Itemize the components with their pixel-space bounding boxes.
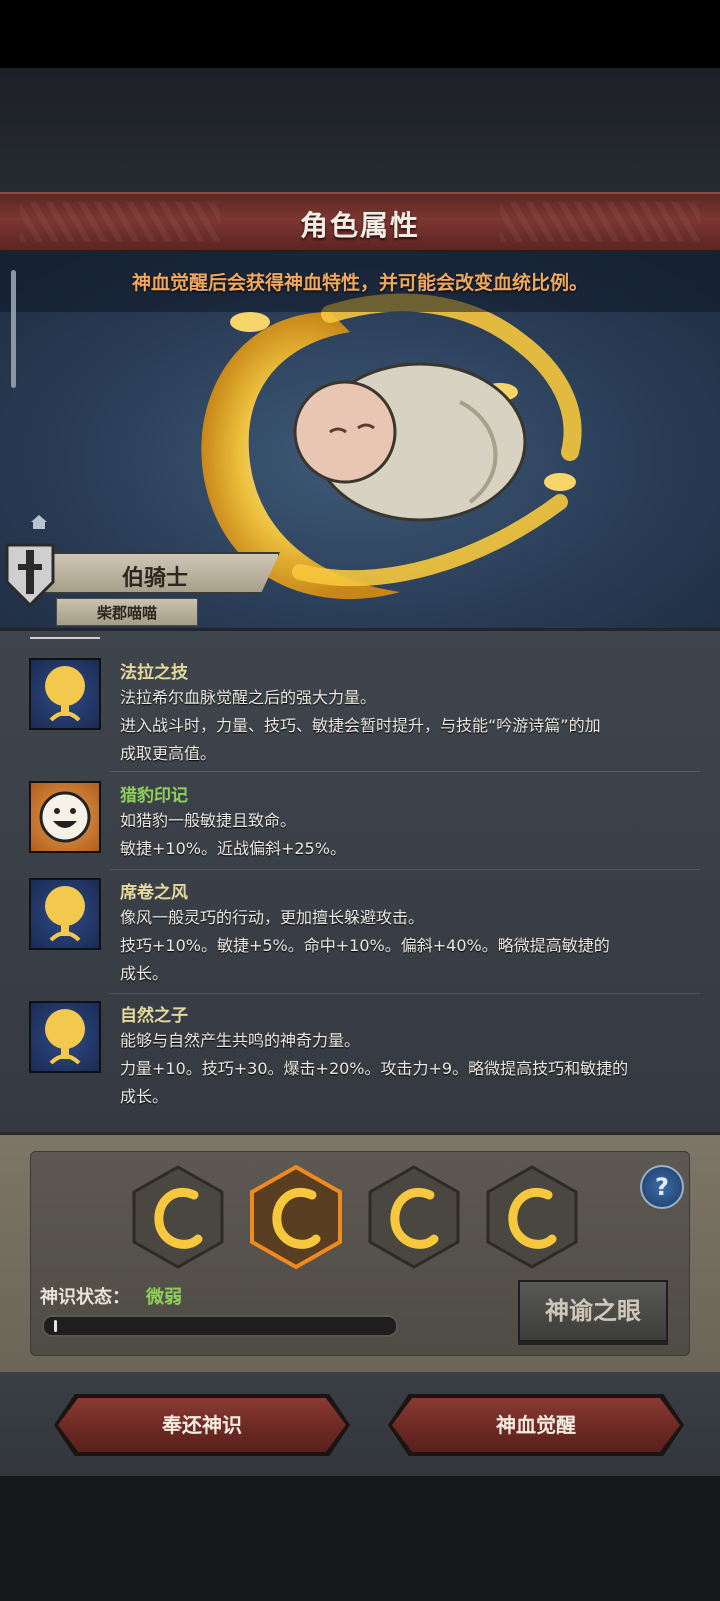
progress-fill <box>54 1320 57 1332</box>
help-button[interactable]: ? <box>640 1165 684 1209</box>
blood-awaken-button[interactable]: 神血觉醒 <box>392 1398 680 1452</box>
trait-description: 如猎豹一般敏捷且致命。 敏捷+10%。近战偏斜+25%。 <box>120 811 346 858</box>
trait-description: 像风一般灵巧的行动，更加擅长躲避攻击。 技巧+10%。敏捷+5%。命中+10%。… <box>120 908 610 983</box>
status-bar <box>0 0 720 68</box>
smiley-face-icon <box>29 781 101 853</box>
trait-description: 法拉希尔血脉觉醒之后的强大力量。 进入战斗时，力量、技巧、敏捷会暂时提升，与技能… <box>120 688 601 763</box>
trait-description: 能够与自然产生共鸣的神奇力量。 力量+10。技巧+30。爆击+20%。攻击力+9… <box>120 1031 629 1106</box>
character-name: 柴郡喵喵 <box>96 604 157 622</box>
bottom-backdrop <box>0 1476 720 1601</box>
house-icon <box>31 515 47 529</box>
page-title: 角色属性 <box>299 209 420 242</box>
oracle-eye-button[interactable]: 神谕之眼 <box>518 1280 668 1342</box>
scrollbar-thumb[interactable] <box>11 270 16 388</box>
trait-name: 猎豹印记 <box>120 786 188 806</box>
top-backdrop <box>0 68 720 192</box>
trait-name: 法拉之技 <box>120 663 188 683</box>
divine-slot-3[interactable] <box>368 1165 460 1269</box>
divider <box>110 771 700 772</box>
golden-tree-icon <box>29 1001 101 1073</box>
rank-badge: 伯骑士 柴郡喵喵 <box>0 542 290 628</box>
title-banner: 角色属性 <box>0 192 720 252</box>
trait-list[interactable]: 法拉之技 法拉希尔血脉觉醒之后的强大力量。 进入战斗时，力量、技巧、敏捷会暂时提… <box>0 628 720 1132</box>
divider <box>110 993 700 994</box>
golden-tree-icon <box>29 658 101 730</box>
awakening-hint: 神血觉醒后会获得神血特性，并可能会改变血统比例。 <box>131 272 588 294</box>
divine-state-value: 微弱 <box>146 1287 182 1308</box>
trait-name: 自然之子 <box>120 1006 188 1026</box>
golden-tree-icon <box>29 878 101 950</box>
trait-name: 席卷之风 <box>120 883 188 903</box>
divine-slot-4[interactable] <box>486 1165 578 1269</box>
divine-state-label: 神识状态： <box>40 1287 130 1308</box>
divine-progress-bar <box>42 1315 398 1337</box>
shield-icon <box>5 543 55 608</box>
divine-slot-1[interactable] <box>132 1165 224 1269</box>
character-portrait-area: 神血觉醒后会获得神血特性，并可能会改变血统比例。 伯骑士 柴郡喵喵 <box>0 252 720 628</box>
clipped-row <box>30 631 680 643</box>
divine-slot-2-selected[interactable] <box>250 1165 342 1269</box>
divider <box>110 869 700 870</box>
rank-title: 伯骑士 <box>121 566 188 591</box>
return-divinity-button[interactable]: 奉还神识 <box>58 1398 346 1452</box>
